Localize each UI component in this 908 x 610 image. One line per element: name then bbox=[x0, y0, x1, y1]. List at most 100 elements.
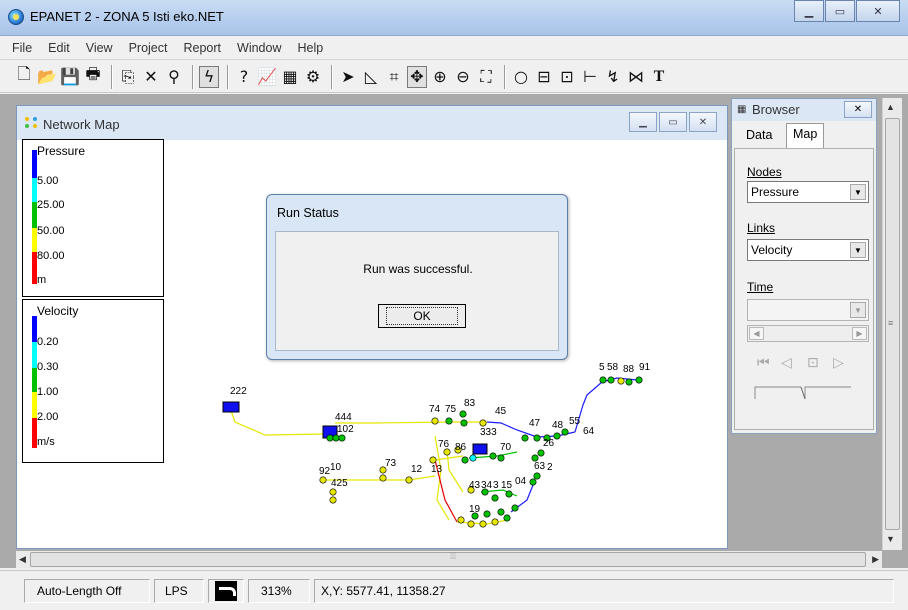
menu-report[interactable]: Report bbox=[175, 41, 229, 55]
options-icon[interactable]: ⚙ bbox=[303, 66, 323, 88]
node-label: 64 bbox=[583, 426, 595, 437]
delete-icon[interactable]: ✕ bbox=[141, 66, 161, 88]
zoom-status: 313% bbox=[248, 579, 310, 603]
maximize-button[interactable]: ▭ bbox=[825, 0, 855, 22]
zoom-out-icon[interactable]: ⊖ bbox=[453, 66, 473, 88]
nodes-select[interactable]: Pressure ▼ bbox=[747, 181, 869, 203]
open-icon[interactable]: 📂 bbox=[37, 66, 57, 88]
flow-status-icon bbox=[215, 581, 237, 601]
menu-view[interactable]: View bbox=[78, 41, 121, 55]
map-maximize-button[interactable]: ▭ bbox=[659, 112, 687, 132]
node-label: 58 bbox=[607, 362, 619, 373]
add-junction-icon[interactable]: ○ bbox=[511, 66, 531, 88]
graph-icon[interactable]: 📈 bbox=[257, 66, 277, 88]
time-scrollbar[interactable]: ◀ ▶ bbox=[747, 325, 869, 342]
horizontal-scrollbar[interactable]: ◀ ⦙⦙⦙ ▶ bbox=[16, 551, 882, 568]
tab-data[interactable]: Data bbox=[740, 125, 778, 147]
pressure-legend[interactable]: Pressure 5.00 25.00 50.00 80.00 m bbox=[22, 139, 164, 297]
menu-edit[interactable]: Edit bbox=[40, 41, 78, 55]
toolbar-separator bbox=[227, 64, 229, 89]
rewind-icon[interactable]: ⏮ bbox=[757, 355, 770, 371]
stop-icon[interactable]: ⊡ bbox=[807, 355, 819, 371]
map-minimize-button[interactable]: ▁ bbox=[629, 112, 657, 132]
reservoir-marker[interactable] bbox=[222, 401, 240, 413]
select-vertex-icon[interactable]: ◺ bbox=[361, 66, 381, 88]
table-icon[interactable]: ▦ bbox=[280, 66, 300, 88]
links-select[interactable]: Velocity ▼ bbox=[747, 239, 869, 261]
tank-marker[interactable] bbox=[472, 443, 488, 455]
browser-close-button[interactable]: ✕ bbox=[844, 101, 872, 118]
node-label: 74 bbox=[429, 404, 441, 415]
map-close-button[interactable]: ✕ bbox=[689, 112, 717, 132]
save-icon[interactable]: 💾 bbox=[60, 66, 80, 88]
dialog-message: Run was successful. bbox=[363, 262, 473, 276]
maximize-icon: ▭ bbox=[668, 116, 678, 128]
chevron-down-icon: ▼ bbox=[850, 302, 866, 318]
select-region-icon[interactable]: ⌗ bbox=[384, 66, 404, 88]
menu-window[interactable]: Window bbox=[229, 41, 289, 55]
animation-speed-slider[interactable] bbox=[753, 385, 853, 405]
legend-label: 1.00 bbox=[37, 386, 59, 398]
nodes-select-value: Pressure bbox=[751, 185, 800, 199]
scroll-left-icon[interactable]: ◀ bbox=[749, 327, 764, 340]
browser-title: Browser bbox=[752, 102, 800, 117]
legend-unit: m bbox=[37, 274, 47, 286]
zoom-in-icon[interactable]: ⊕ bbox=[430, 66, 450, 88]
maximize-icon: ▭ bbox=[834, 5, 846, 18]
network-map-title: Network Map bbox=[43, 117, 120, 132]
ok-button[interactable]: OK bbox=[378, 304, 466, 328]
minimize-button[interactable]: ▁ bbox=[794, 0, 824, 22]
toolbar: 🗋 📂 💾 🖶 ⎘ ✕ ⚲ ϟ ? 📈 ▦ ⚙ ➤ ◺ ⌗ ✥ ⊕ ⊖ ⛶ ○ … bbox=[0, 61, 908, 93]
dialog-title: Run Status bbox=[277, 206, 339, 220]
find-icon[interactable]: ⚲ bbox=[164, 66, 184, 88]
node-label: 91 bbox=[639, 362, 651, 373]
node-label: 13 bbox=[431, 464, 443, 475]
node-label: 102 bbox=[337, 424, 354, 435]
close-icon: ✕ bbox=[698, 116, 708, 128]
new-icon[interactable]: 🗋 bbox=[14, 64, 34, 88]
copy-icon[interactable]: ⎘ bbox=[118, 66, 138, 88]
menu-file[interactable]: File bbox=[4, 41, 40, 55]
pan-icon[interactable]: ✥ bbox=[407, 65, 427, 88]
node-label: 75 bbox=[445, 404, 457, 415]
add-tank-icon[interactable]: ⊡ bbox=[557, 66, 577, 88]
node-label: 48 bbox=[552, 420, 564, 431]
vertical-scrollbar[interactable]: ▲ ≡ ▼ bbox=[882, 98, 902, 550]
run-icon[interactable]: ϟ bbox=[199, 65, 219, 88]
scroll-left-icon[interactable]: ◀ bbox=[19, 554, 26, 565]
add-reservoir-icon[interactable]: ⊟ bbox=[534, 66, 554, 88]
add-pipe-icon[interactable]: ⊢ bbox=[580, 66, 600, 88]
time-select[interactable]: ▼ bbox=[747, 299, 869, 321]
legend-label: 25.00 bbox=[37, 199, 65, 211]
tab-map[interactable]: Map bbox=[786, 123, 825, 149]
print-icon[interactable]: 🖶 bbox=[83, 64, 103, 88]
nodes-label: Nodes bbox=[747, 165, 782, 179]
scroll-up-icon[interactable]: ▲ bbox=[886, 102, 895, 112]
map-browser-body: Nodes Pressure ▼ Links Velocity ▼ Time ▼… bbox=[734, 148, 874, 430]
back-icon[interactable]: ◁ bbox=[781, 355, 792, 371]
add-pump-icon[interactable]: ↯ bbox=[603, 66, 623, 88]
scroll-right-icon[interactable]: ▶ bbox=[872, 554, 879, 565]
node-label: 425 bbox=[331, 478, 348, 489]
menu-project[interactable]: Project bbox=[121, 41, 176, 55]
close-button[interactable]: ✕ bbox=[856, 0, 900, 22]
select-object-icon[interactable]: ➤ bbox=[338, 66, 358, 88]
scroll-right-icon[interactable]: ▶ bbox=[852, 327, 867, 340]
network-map-icon bbox=[25, 117, 39, 129]
status-bar: Auto-Length Off LPS 313% X,Y: 5577.41, 1… bbox=[0, 570, 908, 610]
menu-help[interactable]: Help bbox=[289, 41, 331, 55]
query-icon[interactable]: ? bbox=[234, 66, 254, 88]
minimize-icon: ▁ bbox=[804, 5, 814, 18]
scroll-down-icon[interactable]: ▼ bbox=[886, 534, 895, 544]
full-extent-icon[interactable]: ⛶ bbox=[476, 66, 496, 88]
title-bar: EPANET 2 - ZONA 5 Isti eko.NET ▁ ▭ ✕ bbox=[0, 0, 908, 36]
node-label: 26 bbox=[543, 438, 555, 449]
forward-icon[interactable]: ▷ bbox=[833, 355, 844, 371]
auto-length-status[interactable]: Auto-Length Off bbox=[24, 579, 150, 603]
add-label-icon[interactable]: T bbox=[649, 66, 669, 88]
node-label: 04 bbox=[515, 476, 527, 487]
minimize-icon: ▁ bbox=[639, 116, 647, 128]
scrollbar-thumb[interactable] bbox=[30, 552, 866, 567]
add-valve-icon[interactable]: ⋈ bbox=[626, 66, 646, 88]
velocity-legend[interactable]: Velocity 0.20 0.30 1.00 2.00 m/s bbox=[22, 299, 164, 463]
